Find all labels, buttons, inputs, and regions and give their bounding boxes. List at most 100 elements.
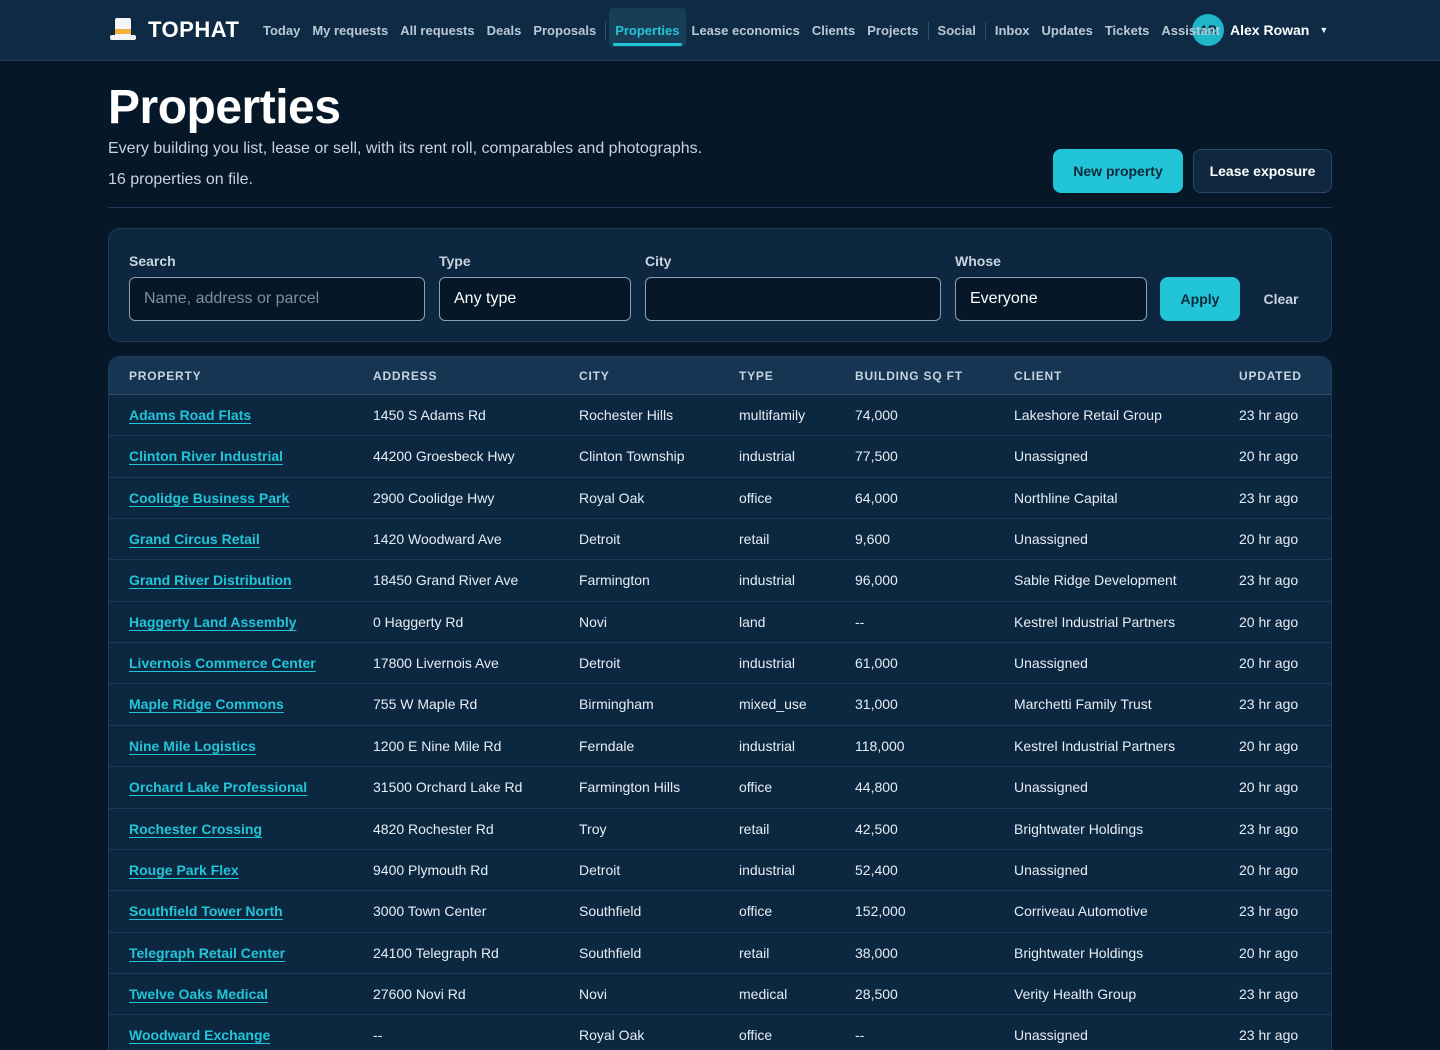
- city-label: City: [645, 253, 672, 269]
- address-cell: 17800 Livernois Ave: [373, 655, 499, 672]
- property-link[interactable]: Rochester Crossing: [129, 821, 262, 837]
- property-link[interactable]: Clinton River Industrial: [129, 448, 283, 464]
- table-row: Rochester Crossing 4820 Rochester Rd Troy r…: [109, 809, 1331, 850]
- table-row: Southfield Tower North 3000 Town Center So…: [109, 891, 1331, 933]
- type-cell: office: [739, 489, 773, 506]
- sqft-cell: 28,500: [855, 985, 898, 1002]
- property-link[interactable]: Orchard Lake Professional: [129, 779, 307, 795]
- client-cell: Kestrel Industrial Partners: [1014, 613, 1176, 630]
- property-link[interactable]: Adams Road Flats: [129, 407, 251, 423]
- table-row: Coolidge Business Park 2900 Coolidge Hwy R…: [109, 478, 1331, 520]
- sqft-cell: 9,600: [855, 531, 891, 548]
- brand-name: TOPHAT: [148, 17, 240, 42]
- property-link[interactable]: Southfield Tower North: [129, 903, 283, 919]
- table-row: Haggerty Land Assembly 0 Haggerty Rd Novi l…: [109, 602, 1331, 644]
- clear-button[interactable]: Clear: [1250, 277, 1312, 321]
- type-cell: multifamily: [739, 407, 806, 423]
- nav-item-social[interactable]: Social: [932, 0, 982, 61]
- table-header: PROPERTY ADDRESS CITY TYPE BUILDING SQ F…: [109, 357, 1331, 395]
- updated-cell: 20 hr ago: [1239, 531, 1299, 548]
- nav-item-updates[interactable]: Updates: [1036, 0, 1099, 61]
- property-link[interactable]: Coolidge Business Park: [129, 490, 289, 506]
- whose-select[interactable]: Everyone: [955, 277, 1147, 321]
- type-cell: mixed_use: [739, 696, 807, 713]
- new-property-button[interactable]: New property: [1053, 149, 1183, 193]
- nav-item-my-requests[interactable]: My requests: [306, 0, 394, 61]
- client-cell: Sable Ridge Development: [1014, 572, 1177, 589]
- nav-item-inbox[interactable]: Inbox: [989, 0, 1036, 61]
- nav-item-properties[interactable]: Properties: [609, 0, 686, 61]
- property-link[interactable]: Telegraph Retail Center: [129, 945, 285, 961]
- updated-cell: 20 hr ago: [1239, 737, 1299, 754]
- table-row: Adams Road Flats 1450 S Adams Rd Rochester…: [109, 395, 1331, 437]
- updated-cell: 20 hr ago: [1239, 448, 1299, 465]
- property-link[interactable]: Rouge Park Flex: [129, 862, 239, 878]
- whose-select-value: Everyone: [970, 290, 1038, 307]
- nav-item-projects[interactable]: Projects: [861, 0, 924, 61]
- address-cell: 1450 S Adams Rd: [373, 407, 486, 423]
- column-header-address[interactable]: ADDRESS: [373, 369, 437, 383]
- nav-item-all-requests[interactable]: All requests: [394, 0, 480, 61]
- column-header-client[interactable]: CLIENT: [1014, 369, 1062, 383]
- column-header-building-sq-ft[interactable]: BUILDING SQ FT: [855, 369, 963, 383]
- page-title: Properties: [108, 81, 341, 134]
- updated-cell: 20 hr ago: [1239, 861, 1299, 878]
- sqft-cell: 64,000: [855, 489, 898, 506]
- nav-item-today[interactable]: Today: [257, 0, 306, 61]
- city-cell: Novi: [579, 613, 608, 630]
- table-row: Nine Mile Logistics 1200 E Nine Mile Rd Fe…: [109, 726, 1331, 768]
- nav-item-proposals[interactable]: Proposals: [527, 0, 602, 61]
- updated-cell: 23 hr ago: [1239, 489, 1299, 506]
- table-row: Twelve Oaks Medical 27600 Novi Rd Novi medi…: [109, 974, 1331, 1016]
- column-header-property[interactable]: PROPERTY: [129, 369, 201, 383]
- address-cell: --: [373, 1027, 383, 1044]
- property-link[interactable]: Nine Mile Logistics: [129, 738, 256, 754]
- apply-button[interactable]: Apply: [1160, 277, 1240, 321]
- sqft-cell: 52,400: [855, 861, 898, 878]
- updated-cell: 23 hr ago: [1239, 696, 1299, 713]
- nav-item-clients[interactable]: Clients: [806, 0, 861, 61]
- sqft-cell: 44,800: [855, 779, 898, 796]
- property-link[interactable]: Grand Circus Retail: [129, 531, 260, 547]
- nav-item-deals[interactable]: Deals: [481, 0, 528, 61]
- city-cell: Farmington Hills: [579, 779, 681, 796]
- sqft-cell: 61,000: [855, 655, 898, 672]
- property-link[interactable]: Woodward Exchange: [129, 1027, 270, 1043]
- table-row: Woodward Exchange -- Royal Oak office -- Unas…: [109, 1015, 1331, 1050]
- client-cell: Corriveau Automotive: [1014, 903, 1148, 920]
- nav-item-assistant[interactable]: Assistant: [1155, 0, 1226, 61]
- column-header-type[interactable]: TYPE: [739, 369, 774, 383]
- search-label: Search: [129, 253, 176, 269]
- table-row: Rouge Park Flex 9400 Plymouth Rd Detroit in…: [109, 850, 1331, 892]
- type-cell: industrial: [739, 572, 796, 589]
- sqft-cell: 42,500: [855, 820, 898, 837]
- city-input[interactable]: [645, 277, 941, 321]
- sqft-cell: 77,500: [855, 448, 898, 465]
- city-cell: Detroit: [579, 655, 621, 672]
- column-header-city[interactable]: CITY: [579, 369, 610, 383]
- sqft-cell: --: [855, 613, 865, 630]
- user-name: Alex Rowan: [1230, 22, 1310, 38]
- property-link[interactable]: Haggerty Land Assembly: [129, 614, 297, 630]
- top-hat-icon: [110, 18, 136, 42]
- city-cell: Southfield: [579, 944, 642, 961]
- property-link[interactable]: Maple Ridge Commons: [129, 696, 284, 712]
- nav-item-lease-economics[interactable]: Lease economics: [686, 0, 806, 61]
- property-link[interactable]: Grand River Distribution: [129, 572, 292, 588]
- nav-item-tickets[interactable]: Tickets: [1099, 0, 1156, 61]
- address-cell: 27600 Novi Rd: [373, 985, 466, 1002]
- type-cell: office: [739, 1027, 773, 1044]
- main-nav: Today My requests All requests Deals Pro…: [257, 0, 1226, 61]
- nav-divider: [984, 21, 986, 40]
- sqft-cell: --: [855, 1027, 865, 1044]
- address-cell: 1420 Woodward Ave: [373, 531, 502, 548]
- table-row: Telegraph Retail Center 24100 Telegraph R…: [109, 933, 1331, 974]
- property-link[interactable]: Livernois Commerce Center: [129, 655, 316, 671]
- property-link[interactable]: Twelve Oaks Medical: [129, 986, 268, 1002]
- column-header-updated[interactable]: UPDATED: [1239, 369, 1302, 383]
- search-input[interactable]: [129, 277, 425, 321]
- type-select[interactable]: Any type: [439, 277, 631, 321]
- lease-exposure-button[interactable]: Lease exposure: [1193, 149, 1332, 193]
- city-cell: Royal Oak: [579, 1027, 645, 1044]
- brand-logo[interactable]: TOPHAT: [110, 14, 239, 46]
